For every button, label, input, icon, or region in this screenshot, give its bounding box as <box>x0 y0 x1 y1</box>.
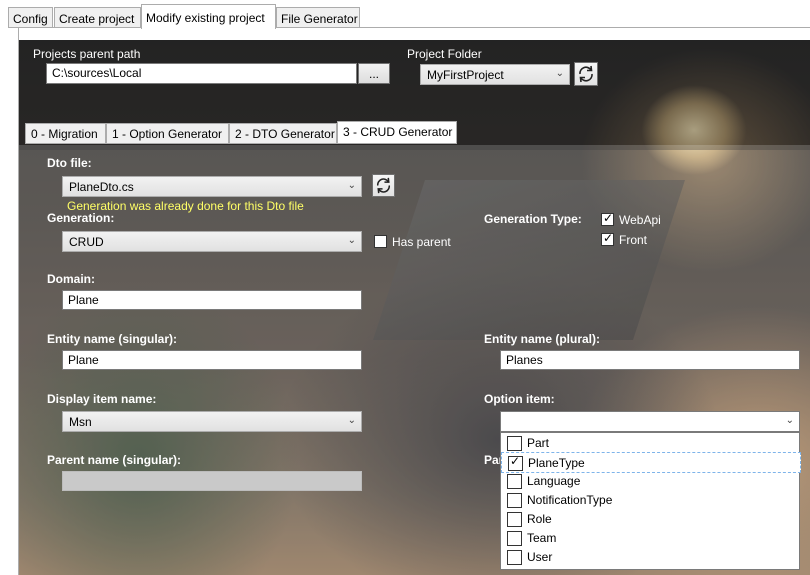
refresh-project-folder-button[interactable] <box>574 62 598 86</box>
display-item-label: Display item name: <box>47 392 157 406</box>
entity-singular-label: Entity name (singular): <box>47 332 178 346</box>
option-item-planetype[interactable]: ✓ PlaneType <box>501 452 801 473</box>
tab-config[interactable]: Config <box>8 7 53 28</box>
check-icon: ✓ <box>603 231 614 245</box>
webapi-checkbox[interactable]: ✓ <box>601 211 614 226</box>
parent-singular-input[interactable] <box>62 471 362 491</box>
tab-dto-generator[interactable]: 2 - DTO Generator <box>229 123 337 144</box>
refresh-icon <box>579 65 593 83</box>
projects-parent-path-label: Projects parent path <box>33 47 141 61</box>
domain-label: Domain: <box>47 272 95 286</box>
tab-config-label: Config <box>13 12 48 26</box>
notificationtype-checkbox[interactable] <box>507 493 522 508</box>
tab-file-generator[interactable]: File Generator <box>276 7 360 28</box>
display-item-value: Msn <box>69 415 92 429</box>
refresh-icon <box>377 177 390 194</box>
dto-file-value: PlaneDto.cs <box>69 180 134 194</box>
front-label: Front <box>619 233 648 247</box>
role-checkbox[interactable] <box>507 512 522 527</box>
chevron-down-icon: ⌄ <box>347 415 356 426</box>
option-item-dropdown: Part ✓ PlaneType Language NotificationTy… <box>500 432 801 570</box>
part-checkbox[interactable] <box>507 436 522 451</box>
entity-plural-label: Entity name (plural): <box>484 332 601 346</box>
display-item-select[interactable]: Msn ⌄ <box>62 411 362 432</box>
option-label: PlaneType <box>528 456 585 470</box>
option-item-select[interactable]: ⌄ <box>500 411 800 432</box>
tab-create-project[interactable]: Create project <box>54 7 141 28</box>
chevron-down-icon: ⌄ <box>555 68 564 79</box>
entity-plural-input[interactable]: Planes <box>500 350 800 370</box>
project-folder-label: Project Folder <box>407 47 482 61</box>
generation-type-label: Generation Type: <box>484 212 582 226</box>
has-parent-checkbox[interactable] <box>374 235 387 248</box>
option-label: Language <box>527 474 581 488</box>
option-item-part[interactable]: Part <box>501 433 799 452</box>
project-folder-select[interactable]: MyFirstProject ⌄ <box>420 64 570 85</box>
refresh-dto-button[interactable] <box>372 174 395 197</box>
option-label: NotificationType <box>527 493 613 507</box>
check-icon: ✓ <box>603 211 614 225</box>
option-item-language[interactable]: Language <box>501 471 799 490</box>
projects-parent-path-input[interactable]: C:\sources\Local <box>46 63 357 84</box>
check-icon: ✓ <box>510 454 521 468</box>
option-item-team[interactable]: Team <box>501 528 799 547</box>
generation-value: CRUD <box>69 235 104 249</box>
option-item-notificationtype[interactable]: NotificationType <box>501 490 799 509</box>
tab-modify-label: Modify existing project <box>146 11 265 25</box>
language-checkbox[interactable] <box>507 474 522 489</box>
option-label: Team <box>527 531 557 545</box>
has-parent-label: Has parent <box>392 235 451 249</box>
tab-modify-existing-project[interactable]: Modify existing project <box>141 4 276 29</box>
tab-migration[interactable]: 0 - Migration <box>25 123 106 144</box>
tab-migration-label: 0 - Migration <box>31 127 98 141</box>
generation-label: Generation: <box>47 211 115 225</box>
user-checkbox[interactable] <box>507 550 522 565</box>
webapi-label: WebApi <box>619 213 661 227</box>
chevron-down-icon: ⌄ <box>347 180 356 191</box>
chevron-down-icon: ⌄ <box>785 415 794 426</box>
entity-singular-input[interactable]: Plane <box>62 350 362 370</box>
generation-select[interactable]: CRUD ⌄ <box>62 231 362 252</box>
dto-file-select[interactable]: PlaneDto.cs ⌄ <box>62 176 362 197</box>
tab-dto-generator-label: 2 - DTO Generator <box>235 127 335 141</box>
chevron-down-icon: ⌄ <box>347 235 356 246</box>
planetype-checkbox[interactable]: ✓ <box>508 454 523 471</box>
tab-option-generator-label: 1 - Option Generator <box>112 127 223 141</box>
option-item-label: Option item: <box>484 392 555 406</box>
option-item-user[interactable]: User <box>501 547 799 566</box>
option-label: Role <box>527 512 552 526</box>
tab-file-generator-label: File Generator <box>281 12 358 26</box>
parent-singular-label: Parent name (singular): <box>47 453 182 467</box>
front-checkbox[interactable]: ✓ <box>601 231 614 246</box>
tab-crud-generator[interactable]: 3 - CRUD Generator <box>337 121 457 144</box>
team-checkbox[interactable] <box>507 531 522 546</box>
tab-option-generator[interactable]: 1 - Option Generator <box>106 123 229 144</box>
option-item-role[interactable]: Role <box>501 509 799 528</box>
option-label: Part <box>527 436 550 450</box>
browse-button[interactable]: ... <box>358 63 390 84</box>
dto-file-label: Dto file: <box>47 156 92 170</box>
domain-input[interactable]: Plane <box>62 290 362 310</box>
tab-create-project-label: Create project <box>59 12 135 26</box>
tab-crud-generator-label: 3 - CRUD Generator <box>343 125 453 139</box>
option-label: User <box>527 550 553 564</box>
project-folder-value: MyFirstProject <box>427 68 504 82</box>
